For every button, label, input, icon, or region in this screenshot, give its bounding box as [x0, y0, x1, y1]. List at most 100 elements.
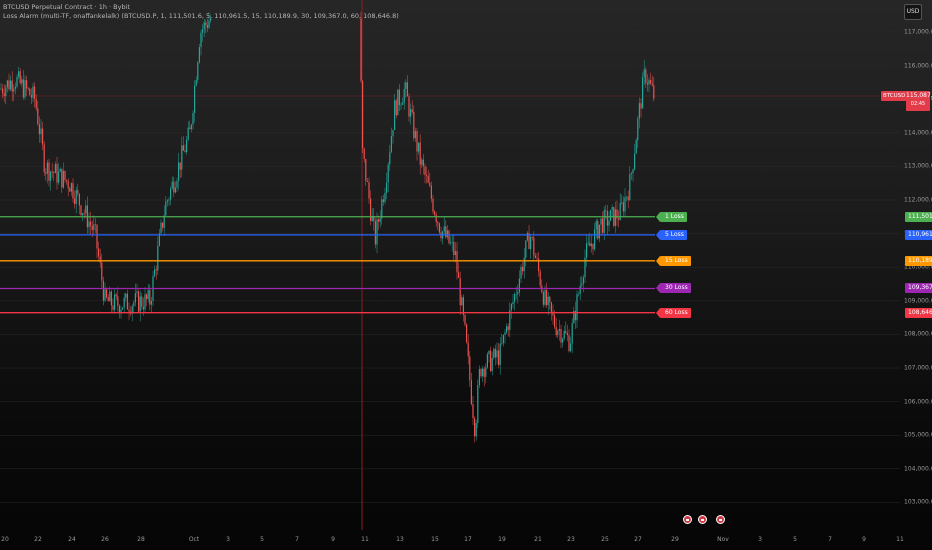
- candle-body: [162, 222, 164, 228]
- symbol-title[interactable]: BTCUSD Perpetual Contract · 1h · Bybit: [3, 3, 130, 11]
- candle-body: [368, 181, 370, 199]
- candle-body: [445, 226, 447, 238]
- candle-body: [597, 221, 599, 239]
- time-tick: 3: [226, 536, 230, 543]
- loss-level-label: 5 Loss: [656, 229, 687, 240]
- candle-body: [14, 86, 16, 89]
- candle-body: [627, 196, 629, 201]
- price-tick: 117,000.0: [904, 28, 932, 36]
- candle-body: [18, 71, 20, 78]
- candle-body: [525, 240, 527, 258]
- candle-body: [176, 180, 178, 188]
- candle-body: [85, 205, 87, 214]
- candle-body: [106, 289, 108, 298]
- candle-body: [566, 333, 568, 336]
- candle-body: [448, 230, 450, 244]
- candle-body: [637, 118, 639, 141]
- candle-body: [123, 297, 125, 308]
- candle-body: [414, 131, 416, 139]
- candle-body: [589, 242, 591, 247]
- candle-body: [557, 330, 559, 336]
- candle-body: [554, 315, 556, 327]
- time-tick: 20: [1, 536, 9, 543]
- candle-body: [638, 103, 640, 119]
- candle-body: [464, 314, 466, 325]
- candle-body: [186, 139, 188, 153]
- candle-body: [94, 224, 96, 226]
- candle-body: [586, 243, 588, 258]
- candle-body: [539, 271, 541, 286]
- candle-body: [594, 229, 596, 250]
- candle-body: [390, 136, 392, 153]
- candle-body: [490, 350, 492, 372]
- candle-body: [173, 181, 175, 193]
- time-tick: 17: [464, 536, 472, 543]
- price-tick: 112,000.0: [904, 196, 932, 204]
- candle-body: [486, 354, 488, 368]
- candle-body: [632, 169, 634, 174]
- candle-body: [645, 69, 647, 83]
- price-chart[interactable]: [0, 0, 932, 550]
- time-tick: 26: [101, 536, 109, 543]
- candle-body: [91, 225, 93, 230]
- candle-body: [74, 198, 76, 205]
- candle-body: [454, 251, 456, 256]
- candle-body: [13, 88, 15, 92]
- candle-body: [197, 62, 199, 80]
- currency-button[interactable]: USD: [904, 4, 922, 20]
- candle-body: [11, 80, 13, 92]
- flag-icon[interactable]: [716, 515, 725, 524]
- candle-body: [550, 302, 552, 312]
- time-tick: 9: [862, 536, 866, 543]
- candle-body: [149, 290, 151, 305]
- candle-body: [590, 243, 592, 247]
- time-tick: 7: [295, 536, 299, 543]
- candle-body: [133, 302, 135, 307]
- candle-body: [174, 187, 176, 193]
- candle-body: [389, 152, 391, 165]
- candle-body: [624, 197, 626, 212]
- candle-body: [621, 202, 623, 203]
- candle-body: [634, 153, 636, 170]
- candle-body: [142, 306, 144, 310]
- candle-body: [571, 323, 573, 344]
- candle-body: [141, 296, 143, 307]
- candle-body: [581, 283, 583, 286]
- loss-level-label: 60 Loss: [656, 307, 691, 318]
- candle-body: [78, 193, 80, 206]
- flag-icon[interactable]: [683, 515, 692, 524]
- candle-body: [54, 164, 56, 174]
- candle-body: [110, 291, 112, 306]
- candle-body: [466, 324, 468, 343]
- candle-body: [418, 142, 420, 152]
- candle-body: [402, 102, 404, 105]
- candle-body: [190, 124, 192, 130]
- candle-body: [605, 210, 607, 211]
- candle-body: [578, 293, 580, 295]
- candle-body: [614, 209, 616, 226]
- candle-body: [179, 162, 181, 170]
- indicator-legend[interactable]: Loss Alarm (multi-TF, onaffankelalk) (BT…: [3, 12, 399, 20]
- time-tick: 29: [671, 536, 679, 543]
- candle-body: [406, 82, 408, 97]
- candle-body: [365, 158, 367, 182]
- candle-body: [42, 128, 44, 145]
- candle-body: [397, 89, 399, 116]
- candle-body: [546, 289, 548, 306]
- candle-body: [376, 219, 378, 245]
- candle-body: [410, 109, 412, 117]
- candle-body: [499, 343, 501, 365]
- price-tick: 109,000.0: [904, 297, 932, 305]
- candle-body: [144, 294, 146, 310]
- candle-body: [491, 357, 493, 372]
- candle-body: [122, 307, 124, 310]
- candle-body: [114, 294, 116, 310]
- candle-body: [160, 222, 162, 234]
- flag-icon[interactable]: [698, 515, 707, 524]
- candle-body: [595, 221, 597, 230]
- candle-body: [485, 367, 487, 377]
- candle-body: [374, 220, 376, 245]
- candle-body: [549, 296, 551, 303]
- candle-body: [194, 85, 196, 113]
- chart-app[interactable]: BTCUSD Perpetual Contract · 1h · Bybit L…: [0, 0, 932, 550]
